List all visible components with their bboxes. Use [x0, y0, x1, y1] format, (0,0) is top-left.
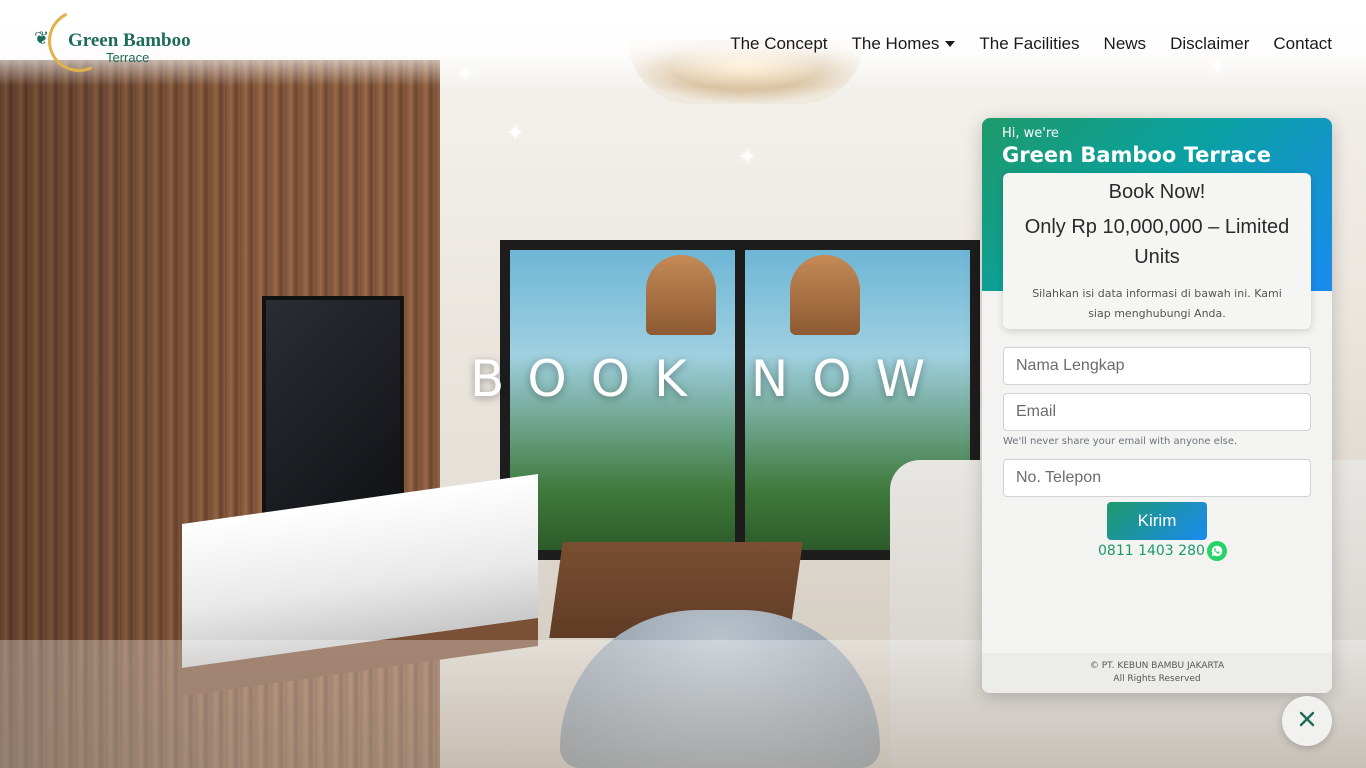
name-field[interactable] — [1003, 347, 1311, 385]
panel-greeting: Hi, we're — [1002, 126, 1059, 141]
close-panel-button[interactable] — [1282, 696, 1332, 746]
chevron-down-icon — [945, 41, 956, 47]
nav-item-concept[interactable]: The Concept — [730, 34, 827, 54]
nav-item-homes-label: The Homes — [851, 34, 940, 53]
phone-field[interactable] — [1003, 459, 1311, 497]
pendant-lamp — [790, 255, 860, 335]
whatsapp-icon — [1206, 541, 1227, 561]
hero-headline: BOOK NOW — [470, 350, 950, 408]
submit-button[interactable]: Kirim — [1107, 502, 1207, 540]
bamboo-leaf-icon: ❦ — [34, 28, 50, 48]
light-sparkle: ✦ — [738, 144, 757, 169]
panel-footer: © PT. KEBUN BAMBU JAKARTA All Rights Res… — [982, 653, 1332, 693]
logo-name: Green Bamboo — [68, 30, 191, 51]
email-help-text: We'll never share your email with anyone… — [1003, 436, 1238, 447]
email-field[interactable] — [1003, 393, 1311, 431]
main-nav: The Concept The Homes The Facilities New… — [730, 34, 1332, 54]
offer-note: Silahkan isi data informasi di bawah ini… — [1032, 287, 1282, 320]
booking-panel: Hi, we're Green Bamboo Terrace Book Now!… — [982, 118, 1332, 693]
whatsapp-link[interactable]: 0811 1403 280 — [1098, 541, 1227, 561]
offer-price: Only Rp 10,000,000 – Limited Units — [1024, 216, 1290, 268]
offer-card: Book Now! Only Rp 10,000,000 – Limited U… — [1003, 173, 1311, 329]
panel-brand: Green Bamboo Terrace — [1002, 143, 1271, 167]
offer-title: Book Now! — [1108, 181, 1206, 203]
nav-item-disclaimer[interactable]: Disclaimer — [1170, 34, 1249, 54]
pendant-lamp — [646, 255, 716, 335]
light-sparkle: ✦ — [506, 120, 525, 145]
logo-subtitle: Terrace — [106, 50, 150, 65]
nav-item-facilities[interactable]: The Facilities — [979, 34, 1079, 54]
close-icon — [1298, 710, 1316, 733]
copyright-line: © PT. KEBUN BAMBU JAKARTA — [1089, 661, 1225, 671]
whatsapp-number: 0811 1403 280 — [1098, 543, 1205, 559]
site-header: ❦ Green Bamboo Terrace The Concept The H… — [0, 0, 1366, 86]
nav-item-homes[interactable]: The Homes — [852, 34, 956, 54]
site-logo[interactable]: ❦ Green Bamboo Terrace — [34, 1, 204, 81]
nav-item-news[interactable]: News — [1104, 34, 1147, 54]
rights-line: All Rights Reserved — [1113, 674, 1201, 684]
nav-item-contact[interactable]: Contact — [1273, 34, 1332, 54]
